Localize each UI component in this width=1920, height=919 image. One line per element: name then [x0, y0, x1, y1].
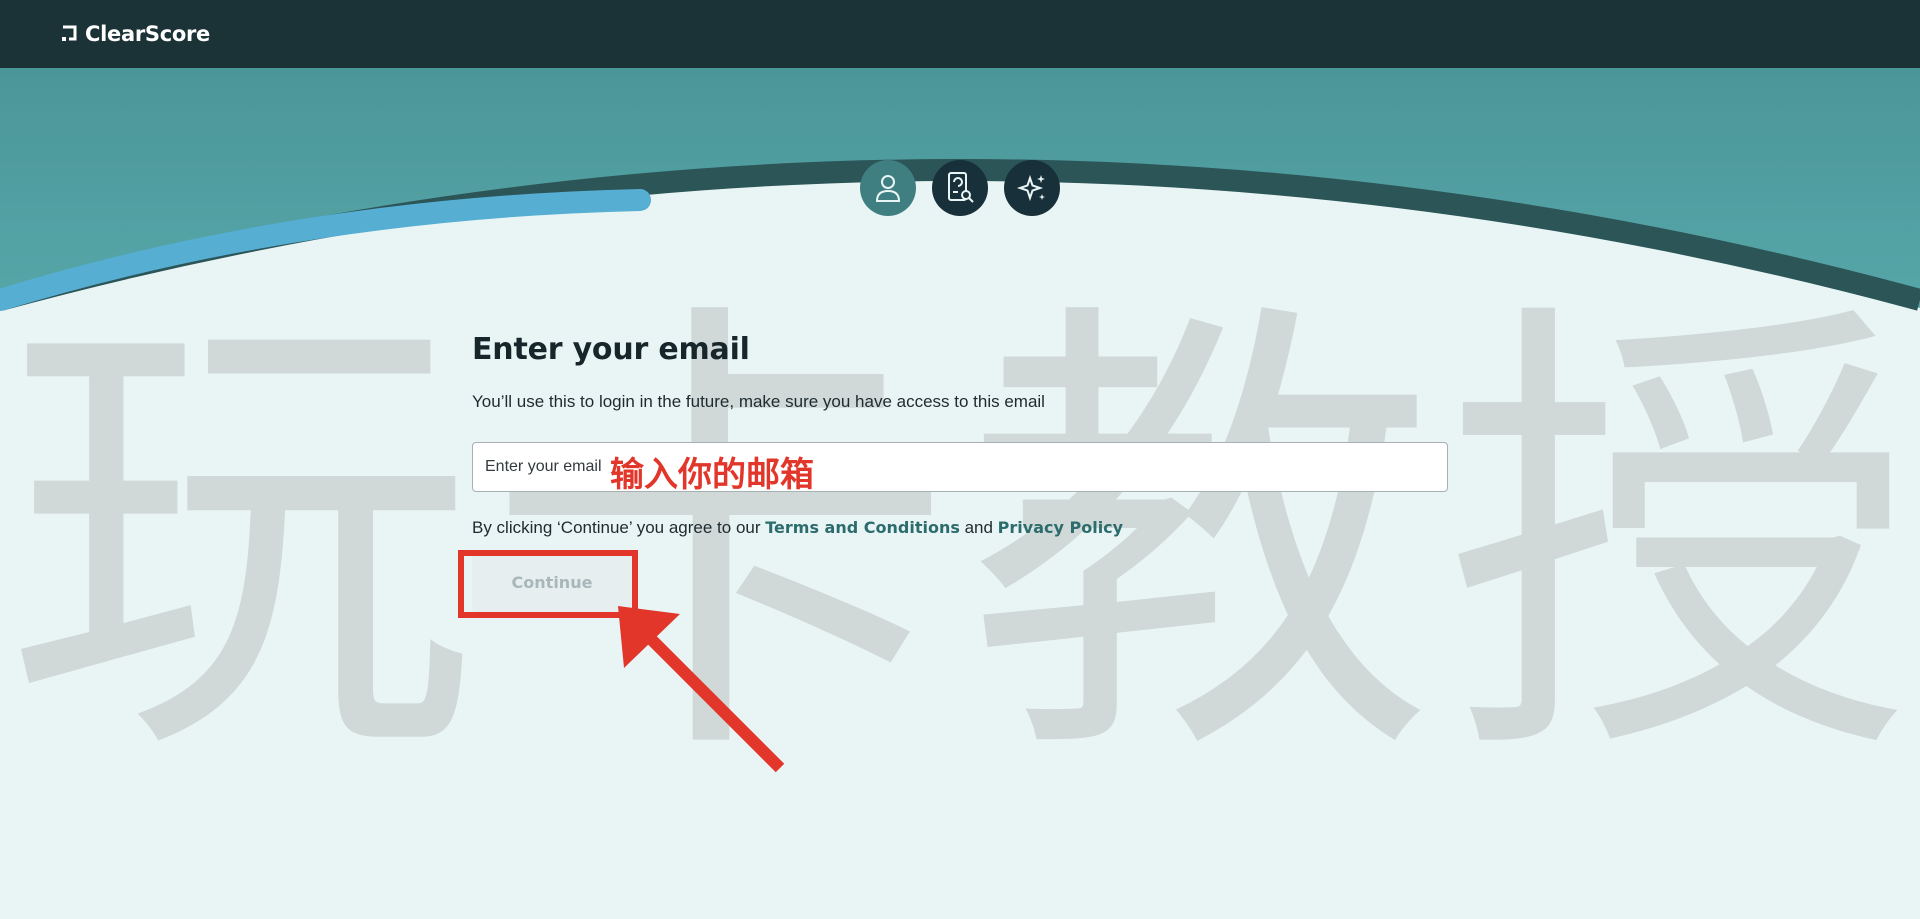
page-title: Enter your email	[472, 332, 750, 367]
annotation-arrow-icon	[618, 606, 785, 773]
document-search-icon	[948, 172, 974, 203]
sparkle-icon	[1016, 174, 1045, 202]
consent-and: and	[959, 518, 998, 537]
user-icon	[875, 175, 901, 202]
watermark: 玩 卡 教 授	[0, 280, 1920, 800]
top-navigation-bar: ClearScore	[0, 0, 1920, 68]
consent-text: By clicking ‘Continue’ you agree to our …	[472, 518, 1123, 538]
consent-prefix: By clicking ‘Continue’ you agree to our	[472, 518, 766, 537]
form-subtitle: You’ll use this to login in the future, …	[472, 392, 1045, 411]
page: ClearScore 玩 卡 教 授 Enter your email You’…	[0, 0, 1920, 919]
privacy-link[interactable]: Privacy Policy	[998, 518, 1123, 537]
continue-button[interactable]: Continue	[472, 552, 632, 612]
clearscore-logo-mark-icon	[62, 25, 77, 41]
watermark-char: 授	[1445, 266, 1915, 813]
watermark-char: 教	[965, 266, 1435, 813]
watermark-char: 玩	[5, 266, 475, 813]
watermark-char: 卡	[485, 266, 955, 813]
step-insights	[1004, 160, 1060, 216]
email-input[interactable]	[472, 442, 1448, 492]
step-report	[932, 160, 988, 216]
brand-name: ClearScore	[85, 22, 210, 46]
clearscore-logo[interactable]: ClearScore	[61, 20, 210, 48]
terms-link[interactable]: Terms and Conditions	[765, 518, 960, 537]
step-profile	[860, 160, 916, 216]
